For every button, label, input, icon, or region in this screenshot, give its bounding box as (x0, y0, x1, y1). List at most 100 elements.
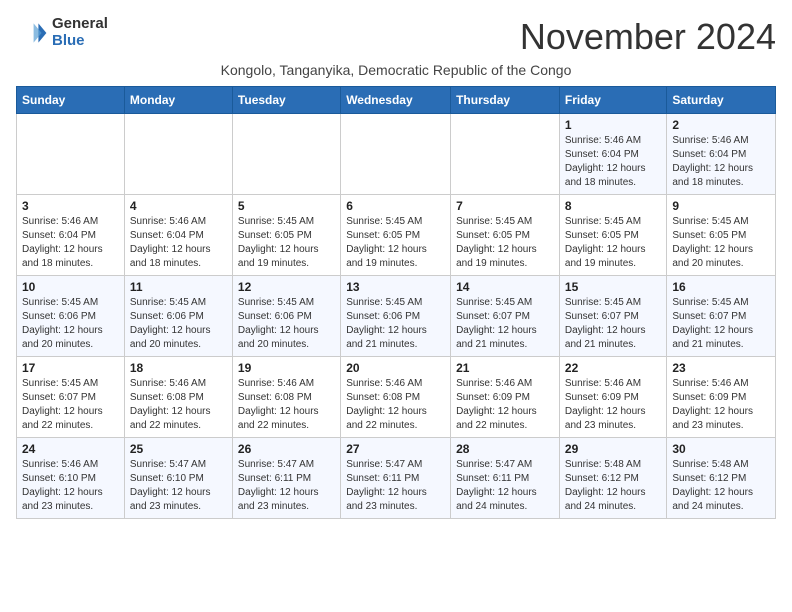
calendar-cell: 14 Sunrise: 5:45 AM Sunset: 6:07 PM Dayli… (451, 276, 560, 357)
calendar-cell: 3 Sunrise: 5:46 AM Sunset: 6:04 PM Daylig… (17, 195, 125, 276)
day-info: Sunrise: 5:46 AM Sunset: 6:09 PM Dayligh… (672, 377, 770, 433)
calendar-week-row: 1Sunrise: 5:46 AM Sunset: 6:04 PM Daylig… (17, 114, 776, 195)
calendar-cell: 22 Sunrise: 5:46 AM Sunset: 6:09 PM Dayli… (559, 357, 666, 438)
calendar-cell: 7 Sunrise: 5:45 AM Sunset: 6:05 PM Daylig… (451, 195, 560, 276)
calendar-cell (451, 114, 560, 195)
calendar-table: SundayMondayTuesdayWednesdayThursdayFrid… (16, 86, 776, 519)
calendar-week-row: 17 Sunrise: 5:45 AM Sunset: 6:07 PM Dayli… (17, 357, 776, 438)
calendar-cell: 20Sunrise: 5:46 AM Sunset: 6:08 PM Dayli… (341, 357, 451, 438)
calendar-cell: 10 Sunrise: 5:45 AM Sunset: 6:06 PM Dayli… (17, 276, 125, 357)
day-number: 13 (346, 280, 445, 294)
day-number: 14 (456, 280, 554, 294)
day-number: 23 (672, 361, 770, 375)
day-info: Sunrise: 5:48 AM Sunset: 6:12 PM Dayligh… (672, 458, 770, 514)
day-number: 1 (565, 118, 661, 132)
day-info: Sunrise: 5:46 AM Sunset: 6:04 PM Dayligh… (22, 215, 119, 271)
calendar-week-row: 10 Sunrise: 5:45 AM Sunset: 6:06 PM Dayli… (17, 276, 776, 357)
day-info: Sunrise: 5:46 AM Sunset: 6:08 PM Dayligh… (130, 377, 227, 433)
day-number: 10 (22, 280, 119, 294)
calendar-cell: 24 Sunrise: 5:46 AM Sunset: 6:10 PM Dayli… (17, 438, 125, 519)
day-info: Sunrise: 5:46 AM Sunset: 6:08 PM Dayligh… (238, 377, 335, 433)
calendar-cell: 9 Sunrise: 5:45 AM Sunset: 6:05 PM Daylig… (667, 195, 776, 276)
day-info: Sunrise: 5:45 AM Sunset: 6:07 PM Dayligh… (22, 377, 119, 433)
day-info: Sunrise: 5:45 AM Sunset: 6:07 PM Dayligh… (672, 296, 770, 352)
day-number: 2 (672, 118, 770, 132)
weekday-header: Tuesday (232, 87, 340, 114)
calendar-cell: 6 Sunrise: 5:45 AM Sunset: 6:05 PM Daylig… (341, 195, 451, 276)
logo-blue-text: Blue (52, 33, 108, 50)
day-number: 15 (565, 280, 661, 294)
weekday-header: Sunday (17, 87, 125, 114)
day-info: Sunrise: 5:46 AM Sunset: 6:09 PM Dayligh… (565, 377, 661, 433)
month-title: November 2024 (520, 16, 776, 58)
day-info: Sunrise: 5:46 AM Sunset: 6:10 PM Dayligh… (22, 458, 119, 514)
day-info: Sunrise: 5:45 AM Sunset: 6:07 PM Dayligh… (456, 296, 554, 352)
day-info: Sunrise: 5:47 AM Sunset: 6:10 PM Dayligh… (130, 458, 227, 514)
day-number: 29 (565, 442, 661, 456)
calendar-cell: 23 Sunrise: 5:46 AM Sunset: 6:09 PM Dayli… (667, 357, 776, 438)
day-number: 12 (238, 280, 335, 294)
logo-icon (16, 17, 48, 49)
calendar-cell: 21 Sunrise: 5:46 AM Sunset: 6:09 PM Dayli… (451, 357, 560, 438)
day-info: Sunrise: 5:45 AM Sunset: 6:05 PM Dayligh… (346, 215, 445, 271)
calendar-cell: 18 Sunrise: 5:46 AM Sunset: 6:08 PM Dayli… (124, 357, 232, 438)
subtitle: Kongolo, Tanganyika, Democratic Republic… (16, 62, 776, 78)
day-number: 6 (346, 199, 445, 213)
day-info: Sunrise: 5:45 AM Sunset: 6:07 PM Dayligh… (565, 296, 661, 352)
calendar-cell: 2Sunrise: 5:46 AM Sunset: 6:04 PM Daylig… (667, 114, 776, 195)
day-number: 27 (346, 442, 445, 456)
day-info: Sunrise: 5:45 AM Sunset: 6:06 PM Dayligh… (346, 296, 445, 352)
calendar-cell (124, 114, 232, 195)
title-block: November 2024 (520, 16, 776, 58)
weekday-header: Saturday (667, 87, 776, 114)
day-info: Sunrise: 5:46 AM Sunset: 6:04 PM Dayligh… (130, 215, 227, 271)
calendar-cell: 13 Sunrise: 5:45 AM Sunset: 6:06 PM Dayli… (341, 276, 451, 357)
day-number: 11 (130, 280, 227, 294)
day-info: Sunrise: 5:46 AM Sunset: 6:09 PM Dayligh… (456, 377, 554, 433)
day-number: 18 (130, 361, 227, 375)
day-info: Sunrise: 5:45 AM Sunset: 6:05 PM Dayligh… (672, 215, 770, 271)
calendar-cell: 19 Sunrise: 5:46 AM Sunset: 6:08 PM Dayli… (232, 357, 340, 438)
calendar-cell: 25 Sunrise: 5:47 AM Sunset: 6:10 PM Dayli… (124, 438, 232, 519)
day-number: 28 (456, 442, 554, 456)
calendar-cell: 16 Sunrise: 5:45 AM Sunset: 6:07 PM Dayli… (667, 276, 776, 357)
weekday-header: Wednesday (341, 87, 451, 114)
calendar-cell: 1Sunrise: 5:46 AM Sunset: 6:04 PM Daylig… (559, 114, 666, 195)
calendar-week-row: 3 Sunrise: 5:46 AM Sunset: 6:04 PM Daylig… (17, 195, 776, 276)
calendar-cell: 15 Sunrise: 5:45 AM Sunset: 6:07 PM Dayli… (559, 276, 666, 357)
day-number: 19 (238, 361, 335, 375)
calendar-week-row: 24 Sunrise: 5:46 AM Sunset: 6:10 PM Dayli… (17, 438, 776, 519)
day-number: 5 (238, 199, 335, 213)
page-header: General Blue November 2024 (16, 16, 776, 58)
calendar-cell: 8 Sunrise: 5:45 AM Sunset: 6:05 PM Daylig… (559, 195, 666, 276)
day-info: Sunrise: 5:47 AM Sunset: 6:11 PM Dayligh… (238, 458, 335, 514)
day-number: 16 (672, 280, 770, 294)
day-number: 26 (238, 442, 335, 456)
weekday-header: Monday (124, 87, 232, 114)
logo-general-text: General (52, 16, 108, 33)
day-info: Sunrise: 5:45 AM Sunset: 6:06 PM Dayligh… (130, 296, 227, 352)
day-number: 9 (672, 199, 770, 213)
day-number: 21 (456, 361, 554, 375)
day-number: 25 (130, 442, 227, 456)
calendar-cell: 17 Sunrise: 5:45 AM Sunset: 6:07 PM Dayli… (17, 357, 125, 438)
day-number: 7 (456, 199, 554, 213)
day-number: 3 (22, 199, 119, 213)
calendar-cell: 5Sunrise: 5:45 AM Sunset: 6:05 PM Daylig… (232, 195, 340, 276)
day-number: 17 (22, 361, 119, 375)
calendar-cell (341, 114, 451, 195)
calendar-cell: 29 Sunrise: 5:48 AM Sunset: 6:12 PM Dayli… (559, 438, 666, 519)
logo: General Blue (16, 16, 108, 49)
weekday-header: Thursday (451, 87, 560, 114)
day-number: 22 (565, 361, 661, 375)
day-info: Sunrise: 5:45 AM Sunset: 6:05 PM Dayligh… (565, 215, 661, 271)
calendar-cell: 27Sunrise: 5:47 AM Sunset: 6:11 PM Dayli… (341, 438, 451, 519)
day-number: 8 (565, 199, 661, 213)
day-info: Sunrise: 5:48 AM Sunset: 6:12 PM Dayligh… (565, 458, 661, 514)
day-info: Sunrise: 5:45 AM Sunset: 6:05 PM Dayligh… (456, 215, 554, 271)
calendar-cell (17, 114, 125, 195)
day-number: 24 (22, 442, 119, 456)
day-info: Sunrise: 5:47 AM Sunset: 6:11 PM Dayligh… (456, 458, 554, 514)
day-info: Sunrise: 5:45 AM Sunset: 6:06 PM Dayligh… (22, 296, 119, 352)
calendar-cell: 12Sunrise: 5:45 AM Sunset: 6:06 PM Dayli… (232, 276, 340, 357)
